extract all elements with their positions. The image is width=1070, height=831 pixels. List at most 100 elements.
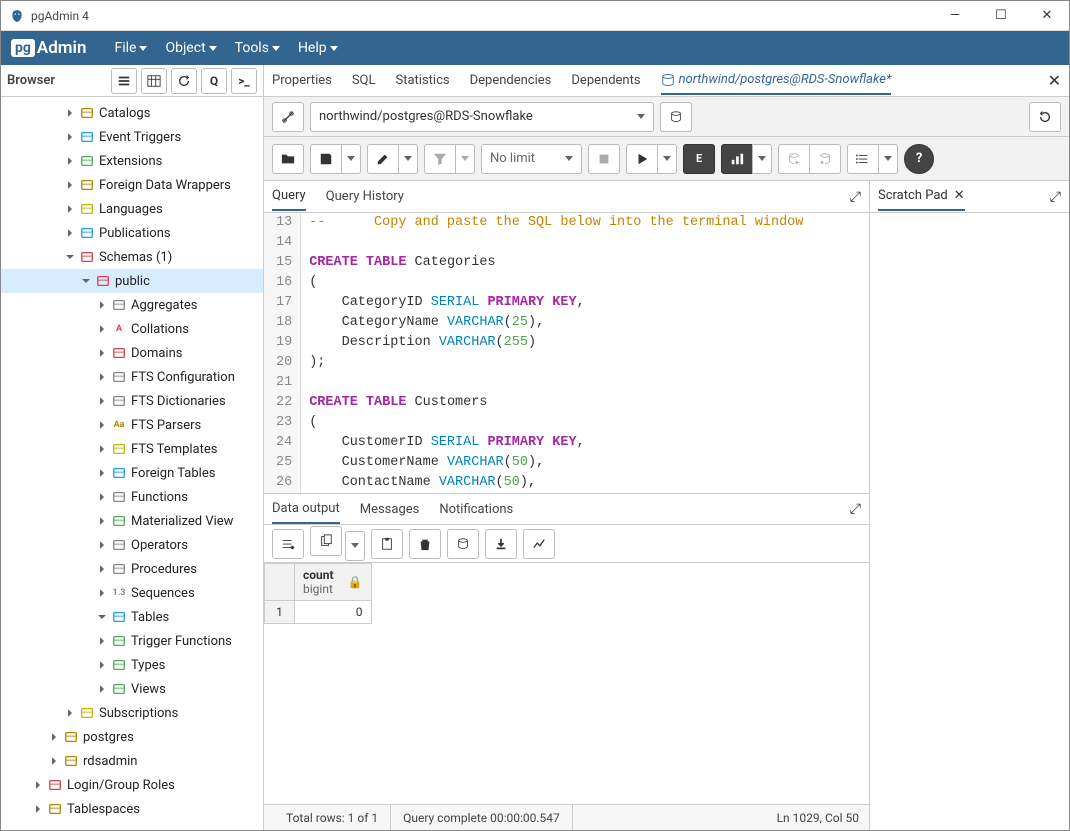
macros-dropdown[interactable] xyxy=(878,144,898,174)
code-editor[interactable]: 1314151617181920212223242526 -- Copy and… xyxy=(264,213,869,493)
save-dropdown[interactable] xyxy=(341,144,361,174)
tree-item[interactable]: Aggregates xyxy=(1,293,263,317)
tab-dependencies[interactable]: Dependencies xyxy=(470,67,552,94)
tab-query-tool[interactable]: northwind/postgres@RDS-Snowflake* xyxy=(661,66,892,95)
stop-button[interactable] xyxy=(588,144,620,174)
tree-item[interactable]: Event Triggers xyxy=(1,125,263,149)
chevron-right-icon[interactable] xyxy=(97,444,107,454)
browser-search-button[interactable]: Q xyxy=(201,68,227,94)
delete-button[interactable] xyxy=(409,529,441,559)
maximize-button[interactable]: ☐ xyxy=(987,6,1015,26)
chevron-right-icon[interactable] xyxy=(33,804,43,814)
chevron-right-icon[interactable] xyxy=(33,780,43,790)
explain-analyze-dropdown[interactable] xyxy=(752,144,772,174)
column-header[interactable]: count bigint 🔒 xyxy=(295,564,372,601)
edit-dropdown[interactable] xyxy=(398,144,418,174)
chevron-right-icon[interactable] xyxy=(65,132,75,142)
tree-item[interactable]: Languages xyxy=(1,197,263,221)
copy-dropdown[interactable] xyxy=(345,531,365,561)
tree-item[interactable]: FTS Configuration xyxy=(1,365,263,389)
chevron-right-icon[interactable] xyxy=(65,708,75,718)
tree-item[interactable]: rdsadmin xyxy=(1,749,263,773)
tree-item[interactable]: Views xyxy=(1,677,263,701)
tree-item[interactable]: Extensions xyxy=(1,149,263,173)
chevron-right-icon[interactable] xyxy=(97,420,107,430)
tree-item[interactable]: Operators xyxy=(1,533,263,557)
chevron-right-icon[interactable] xyxy=(65,156,75,166)
browser-tool-1[interactable] xyxy=(111,68,137,94)
execute-button[interactable] xyxy=(626,144,658,174)
tree-item[interactable]: Foreign Tables xyxy=(1,461,263,485)
tab-query-history[interactable]: Query History xyxy=(326,183,404,210)
close-icon[interactable]: ✕ xyxy=(954,188,965,203)
edit-button[interactable] xyxy=(367,144,399,174)
chevron-right-icon[interactable] xyxy=(97,588,107,598)
chevron-down-icon[interactable] xyxy=(81,276,91,286)
chevron-right-icon[interactable] xyxy=(65,108,75,118)
tree-item[interactable]: FTS Templates xyxy=(1,437,263,461)
tree-item[interactable]: Subscriptions xyxy=(1,701,263,725)
object-tree[interactable]: CatalogsEvent TriggersExtensionsForeign … xyxy=(1,97,263,830)
open-file-button[interactable] xyxy=(272,144,304,174)
tab-notifications[interactable]: Notifications xyxy=(439,496,513,523)
chevron-right-icon[interactable] xyxy=(97,564,107,574)
chevron-right-icon[interactable] xyxy=(97,516,107,526)
chevron-right-icon[interactable] xyxy=(49,732,59,742)
tree-item[interactable]: Schemas (1) xyxy=(1,245,263,269)
chevron-right-icon[interactable] xyxy=(65,228,75,238)
add-row-button[interactable] xyxy=(272,529,304,559)
chevron-right-icon[interactable] xyxy=(65,204,75,214)
commit-button[interactable] xyxy=(778,144,810,174)
execute-dropdown[interactable] xyxy=(657,144,677,174)
chevron-down-icon[interactable] xyxy=(97,612,107,622)
rollback-button[interactable] xyxy=(809,144,841,174)
tree-item[interactable]: Catalogs xyxy=(1,101,263,125)
chevron-right-icon[interactable] xyxy=(97,468,107,478)
tree-item[interactable]: Functions xyxy=(1,485,263,509)
limit-select[interactable]: No limit xyxy=(481,144,582,174)
tree-item[interactable]: public xyxy=(1,269,263,293)
help-button[interactable]: ? xyxy=(904,144,934,174)
tab-messages[interactable]: Messages xyxy=(360,496,420,523)
tab-scratch-pad[interactable]: Scratch Pad ✕ xyxy=(878,182,965,211)
chevron-right-icon[interactable] xyxy=(97,396,107,406)
menu-object[interactable]: Object xyxy=(165,40,216,56)
save-data-button[interactable] xyxy=(447,529,479,559)
reset-layout-button[interactable] xyxy=(1029,102,1061,132)
tab-statistics[interactable]: Statistics xyxy=(396,67,450,94)
chevron-right-icon[interactable] xyxy=(97,300,107,310)
chevron-right-icon[interactable] xyxy=(97,684,107,694)
chevron-right-icon[interactable] xyxy=(97,636,107,646)
browser-terminal-button[interactable]: >_ xyxy=(231,68,257,94)
tree-item[interactable]: Procedures xyxy=(1,557,263,581)
chevron-right-icon[interactable] xyxy=(49,756,59,766)
save-button[interactable] xyxy=(310,144,342,174)
new-connection-button[interactable] xyxy=(660,102,692,132)
explain-button[interactable]: E xyxy=(683,144,715,174)
tree-item[interactable]: Login/Group Roles xyxy=(1,773,263,797)
graph-button[interactable] xyxy=(523,529,555,559)
chevron-right-icon[interactable] xyxy=(97,492,107,502)
filter-dropdown[interactable] xyxy=(455,144,475,174)
menu-help[interactable]: Help xyxy=(298,40,338,56)
tree-item[interactable]: Materialized View xyxy=(1,509,263,533)
macros-button[interactable] xyxy=(847,144,879,174)
conn-icon-button[interactable] xyxy=(272,102,304,132)
tab-query[interactable]: Query xyxy=(272,182,306,211)
result-grid[interactable]: count bigint 🔒 xyxy=(264,563,869,804)
tree-item[interactable]: Foreign Data Wrappers xyxy=(1,173,263,197)
menu-tools[interactable]: Tools xyxy=(235,40,280,56)
menu-file[interactable]: File xyxy=(114,40,147,56)
tree-item[interactable]: Domains xyxy=(1,341,263,365)
tab-dependents[interactable]: Dependents xyxy=(571,67,640,94)
chevron-right-icon[interactable] xyxy=(97,540,107,550)
connection-select[interactable]: northwind/postgres@RDS-Snowflake xyxy=(310,102,654,132)
tab-close-icon[interactable]: ✕ xyxy=(1048,71,1061,90)
expand-output-icon[interactable]: ⤢ xyxy=(850,501,861,517)
tree-item[interactable]: Tables xyxy=(1,605,263,629)
tab-data-output[interactable]: Data output xyxy=(272,495,340,524)
copy-button[interactable] xyxy=(310,526,342,556)
expand-editor-icon[interactable]: ⤢ xyxy=(850,189,861,205)
tree-item[interactable]: Trigger Functions xyxy=(1,629,263,653)
paste-button[interactable] xyxy=(371,529,403,559)
